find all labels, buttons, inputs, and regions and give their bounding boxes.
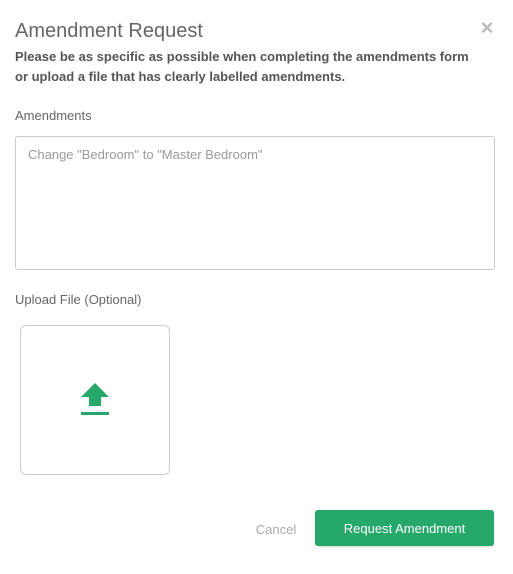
upload-file-label: Upload File (Optional) <box>15 292 142 307</box>
dialog-instructions: Please be as specific as possible when c… <box>15 49 469 84</box>
upload-icon <box>81 383 109 415</box>
cancel-button[interactable]: Cancel <box>250 519 302 539</box>
dialog-title: Amendment Request <box>15 20 203 42</box>
amendments-textarea[interactable] <box>15 136 495 270</box>
amendment-request-dialog: Amendment Request × Please be as specifi… <box>0 0 513 574</box>
close-icon[interactable]: × <box>478 17 496 39</box>
request-amendment-button[interactable]: Request Amendment <box>315 510 494 546</box>
upload-dropzone[interactable] <box>20 325 170 475</box>
amendments-label: Amendments <box>15 108 92 123</box>
